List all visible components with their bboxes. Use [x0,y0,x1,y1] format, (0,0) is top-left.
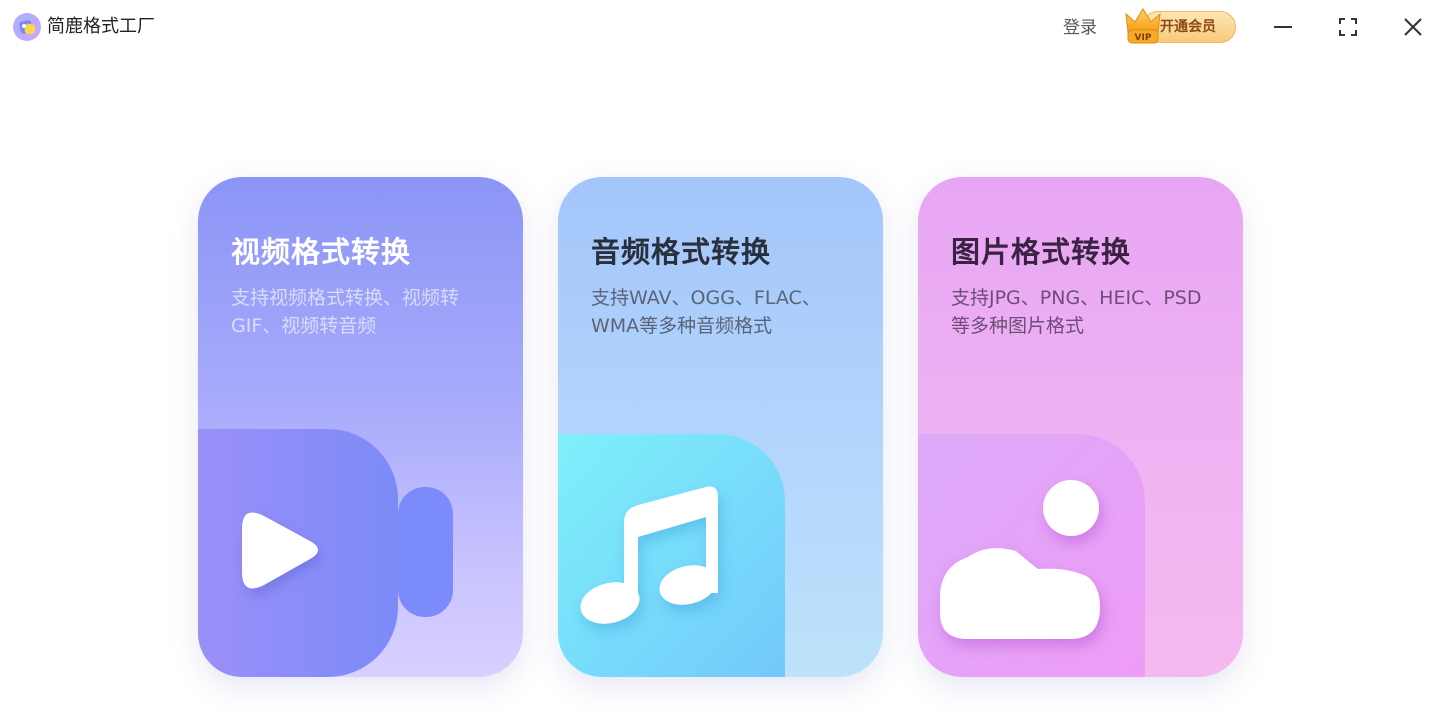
vip-label: 开通会员 [1160,19,1216,35]
card-description: 支持JPG、PNG、HEIC、PSD等多种图片格式 [951,287,1202,337]
maximize-icon[interactable] [1333,12,1363,42]
card-title: 音频格式转换 [591,235,772,269]
vip-upgrade-button[interactable]: 开通会员 VIP [1124,6,1238,46]
video-camera-icon [198,429,453,677]
minimize-icon[interactable] [1268,12,1298,42]
app-title: 简鹿格式工厂 [47,16,155,37]
card-description: 支持WAV、OGG、FLAC、WMA等多种音频格式 [591,287,821,337]
card-audio-conversion[interactable]: 音频格式转换 支持WAV、OGG、FLAC、WMA等多种音频格式 [558,177,883,677]
card-title: 图片格式转换 [951,235,1132,269]
card-description: 支持视频格式转换、视频转GIF、视频转音频 [231,287,460,337]
login-link[interactable]: 登录 [1063,16,1097,40]
app-logo-icon [13,13,41,41]
title-bar: 简鹿格式工厂 登录 开通会员 VIP [0,0,1440,56]
card-video-conversion[interactable]: 视频格式转换 支持视频格式转换、视频转GIF、视频转音频 [198,177,523,677]
card-image-conversion[interactable]: 图片格式转换 支持JPG、PNG、HEIC、PSD等多种图片格式 [918,177,1243,677]
music-note-icon [558,434,785,677]
vip-badge-text: VIP [1135,33,1152,43]
card-title: 视频格式转换 [231,235,412,269]
image-icon [918,434,1145,677]
close-icon[interactable] [1398,12,1428,42]
vip-crown-icon: VIP [1125,8,1161,44]
